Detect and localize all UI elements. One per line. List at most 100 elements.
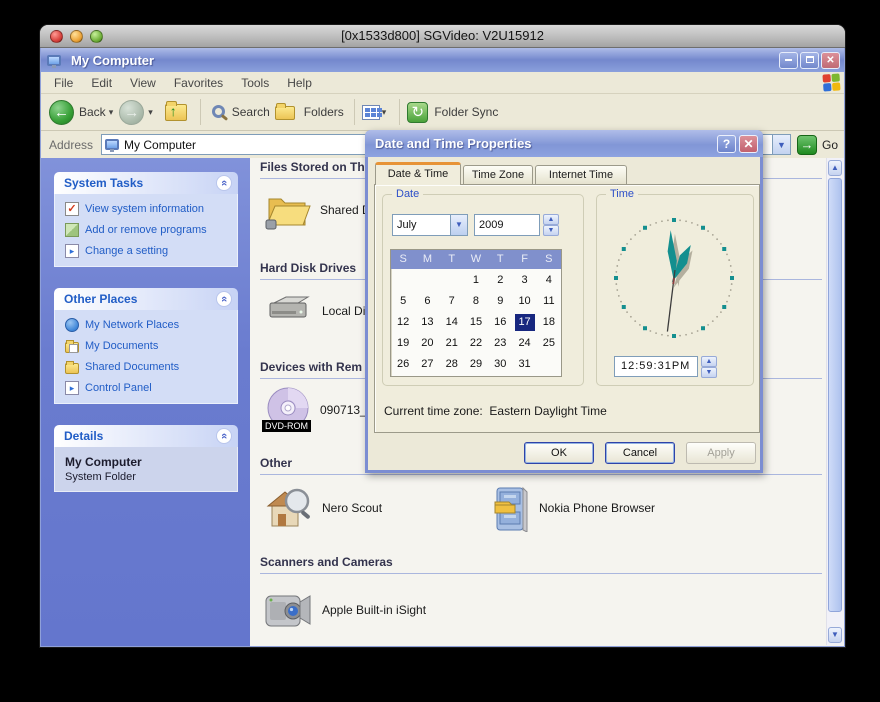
mac-titlebar[interactable]: [0x1533d800] SGVideo: V2U15912	[40, 25, 845, 48]
calendar-day[interactable]: 6	[415, 292, 439, 313]
calendar-day[interactable]: 11	[537, 292, 561, 313]
forward-icon[interactable]: →	[119, 100, 144, 125]
calendar-day[interactable]: 10	[512, 292, 536, 313]
sidebar-item-change-a-setting[interactable]: ▸ Change a setting	[65, 244, 231, 258]
calendar-day[interactable]: 23	[488, 334, 512, 355]
calendar-day[interactable]: 31	[512, 355, 536, 376]
shared-documents-item[interactable]: Shared D	[264, 186, 371, 234]
nero-scout-item[interactable]: Nero Scout	[266, 484, 382, 532]
views-icon[interactable]	[362, 105, 380, 120]
year-input[interactable]: 2009	[474, 214, 540, 236]
system-tasks-header[interactable]: System Tasks «	[54, 172, 238, 194]
up-folder-icon[interactable]: ↑	[165, 104, 187, 121]
folder-sync-button[interactable]: Folder Sync	[434, 105, 498, 119]
cancel-button[interactable]: Cancel	[605, 442, 675, 464]
back-icon[interactable]: ←	[49, 100, 74, 125]
sidebar-item-my-documents[interactable]: My Documents	[65, 339, 231, 353]
collapse-chevron-icon[interactable]: «	[216, 291, 232, 307]
go-icon[interactable]: →	[797, 135, 817, 155]
restore-button[interactable]	[800, 52, 819, 69]
calendar-day[interactable]: 20	[415, 334, 439, 355]
menu-edit[interactable]: Edit	[82, 76, 121, 90]
calendar-day[interactable]: 2	[488, 271, 512, 292]
menu-file[interactable]: File	[45, 76, 82, 90]
spin-down-icon[interactable]: ▼	[543, 225, 559, 236]
calendar-day[interactable]: 9	[488, 292, 512, 313]
sidebar-item-add-remove-programs[interactable]: Add or remove programs	[65, 223, 231, 237]
tab-time-zone[interactable]: Time Zone	[463, 165, 533, 185]
dialog-close-icon[interactable]: ✕	[739, 135, 758, 153]
collapse-chevron-icon[interactable]: «	[216, 428, 232, 444]
calendar-day[interactable]: 25	[537, 334, 561, 355]
calendar-day[interactable]: 30	[488, 355, 512, 376]
spin-up-icon[interactable]: ▲	[701, 356, 717, 367]
close-button[interactable]: ✕	[821, 52, 840, 69]
calendar-day-selected[interactable]: 17	[515, 314, 535, 331]
dialog-titlebar[interactable]: Date and Time Properties ? ✕	[365, 130, 763, 157]
back-dropdown-icon[interactable]: ▾	[109, 107, 114, 118]
calendar-day[interactable]: 21	[440, 334, 464, 355]
details-header[interactable]: Details «	[54, 425, 238, 447]
sidebar-item-shared-documents[interactable]: Shared Documents	[65, 360, 231, 374]
calendar-day[interactable]: 5	[391, 292, 415, 313]
tab-internet-time[interactable]: Internet Time	[535, 165, 627, 185]
isight-camera-item[interactable]: Apple Built-in iSight	[262, 586, 426, 634]
calendar-day[interactable]: 3	[512, 271, 536, 292]
calendar-day[interactable]: 27	[415, 355, 439, 376]
other-places-header[interactable]: Other Places «	[54, 288, 238, 310]
calendar-day[interactable]: 16	[488, 313, 512, 334]
calendar-day[interactable]: 14	[440, 313, 464, 334]
calendar-day[interactable]: 24	[512, 334, 536, 355]
folders-button[interactable]: Folders	[304, 105, 344, 119]
views-dropdown-icon[interactable]: ▾	[382, 107, 387, 118]
go-button[interactable]: Go	[822, 138, 838, 152]
scrollbar-thumb[interactable]	[828, 178, 842, 612]
dvd-drive-item[interactable]: DVD-ROM 090713_	[264, 386, 367, 434]
calendar-day[interactable]: 8	[464, 292, 488, 313]
apply-button[interactable]: Apply	[686, 442, 756, 464]
address-dropdown-icon[interactable]: ▼	[773, 134, 791, 155]
forward-dropdown-icon[interactable]: ▾	[148, 107, 153, 118]
folder-sync-icon[interactable]: ↻	[407, 102, 428, 123]
calendar-day[interactable]: 1	[464, 271, 488, 292]
spin-up-icon[interactable]: ▲	[543, 214, 559, 225]
collapse-chevron-icon[interactable]: «	[216, 175, 232, 191]
menu-tools[interactable]: Tools	[232, 76, 278, 90]
calendar-day[interactable]: 12	[391, 313, 415, 334]
year-spinner[interactable]: ▲ ▼	[543, 214, 559, 236]
menu-favorites[interactable]: Favorites	[165, 76, 232, 90]
calendar-day[interactable]: 26	[391, 355, 415, 376]
sidebar-item-view-system-information[interactable]: ✓ View system information	[65, 202, 231, 216]
scroll-up-icon[interactable]: ▲	[828, 160, 842, 176]
time-spinner[interactable]: ▲ ▼	[701, 356, 717, 377]
minimize-button[interactable]	[779, 52, 798, 69]
calendar-day[interactable]: 28	[440, 355, 464, 376]
back-button[interactable]: Back	[79, 105, 106, 119]
month-select[interactable]: July ▼	[392, 214, 468, 236]
xp-titlebar[interactable]: My Computer ✕	[41, 48, 844, 72]
sidebar-item-my-network-places[interactable]: My Network Places	[65, 318, 231, 332]
local-disk-item[interactable]: Local Dis	[266, 291, 371, 331]
calendar-day[interactable]: 22	[464, 334, 488, 355]
calendar-day[interactable]: 19	[391, 334, 415, 355]
calendar-day[interactable]: 7	[440, 292, 464, 313]
calendar-day[interactable]: 15	[464, 313, 488, 334]
search-button[interactable]: Search	[232, 105, 270, 119]
scroll-down-icon[interactable]: ▼	[828, 627, 842, 643]
calendar-day[interactable]: 13	[415, 313, 439, 334]
calendar-day[interactable]: 29	[464, 355, 488, 376]
calendar-day[interactable]: 4	[537, 271, 561, 292]
vertical-scrollbar[interactable]: ▲ ▼	[826, 158, 843, 645]
folders-icon[interactable]	[275, 106, 295, 120]
ok-button[interactable]: OK	[524, 442, 594, 464]
search-icon[interactable]	[212, 105, 225, 118]
tab-date-time[interactable]: Date & Time	[375, 162, 461, 185]
month-dropdown-icon[interactable]: ▼	[450, 215, 467, 235]
nokia-phone-browser-item[interactable]: Nokia Phone Browser	[491, 484, 655, 532]
time-input[interactable]: 12:59:31PM	[614, 356, 698, 377]
sidebar-item-control-panel[interactable]: ▸ Control Panel	[65, 381, 231, 395]
menu-view[interactable]: View	[121, 76, 165, 90]
spin-down-icon[interactable]: ▼	[701, 367, 717, 378]
menu-help[interactable]: Help	[278, 76, 321, 90]
calendar-day[interactable]: 18	[537, 313, 561, 334]
